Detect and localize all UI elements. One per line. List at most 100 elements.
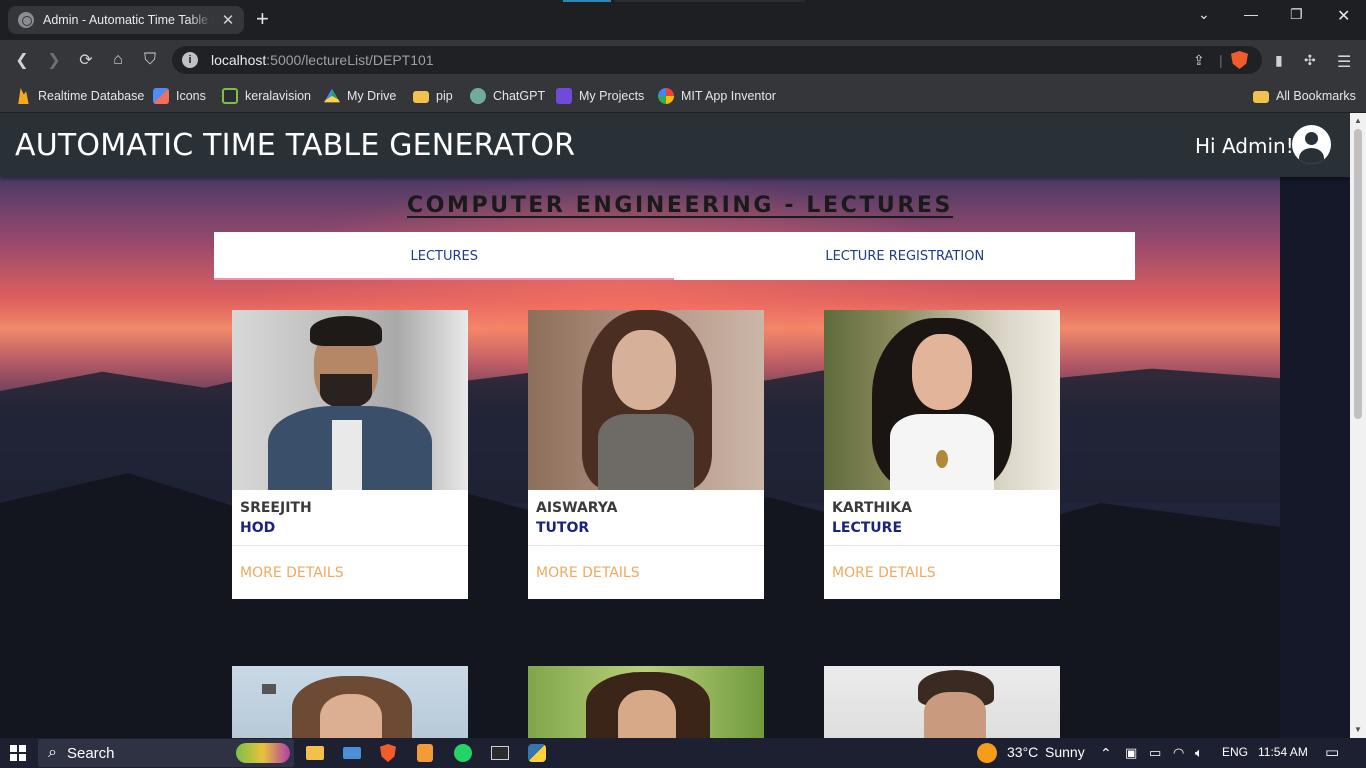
page-title: COMPUTER ENGINEERING - LECTURES	[406, 193, 954, 218]
avatar-head	[1305, 132, 1318, 145]
lecturer-name: SREEJITH	[240, 500, 312, 516]
photo-logo-mark	[262, 684, 276, 694]
bookmark-label: pip	[436, 89, 453, 103]
portrait-face	[320, 694, 382, 738]
account-avatar-icon[interactable]	[1292, 125, 1331, 164]
browser-tab[interactable]: Admin - Automatic Time Table G ✕	[8, 6, 244, 34]
reload-icon[interactable]: ⟳	[74, 48, 98, 72]
lecturer-photo	[824, 310, 1060, 490]
globe-icon	[18, 12, 34, 28]
lecturer-card-partial	[528, 666, 764, 738]
weather-condition[interactable]: Sunny	[1045, 744, 1085, 760]
weather-sun-icon[interactable]	[977, 738, 997, 768]
more-details-link[interactable]: MORE DETAILS	[232, 546, 468, 599]
scroll-down-arrow-icon[interactable]: ▼	[1350, 725, 1366, 734]
tab-strip-accent	[563, 0, 611, 2]
scroll-up-arrow-icon[interactable]: ▲	[1350, 116, 1366, 125]
restore-window-icon[interactable]: ❐	[1290, 6, 1303, 23]
tab-search-icon[interactable]: ⌄	[1198, 6, 1210, 23]
taskbar-clock[interactable]: 11:54 AM	[1258, 745, 1308, 759]
all-bookmarks-button[interactable]: All Bookmarks	[1253, 87, 1356, 105]
bookmark-label: ChatGPT	[493, 89, 546, 103]
app-header: AUTOMATIC TIME TABLE GENERATOR Hi Admin!	[0, 113, 1350, 177]
address-url[interactable]: localhost:5000/lectureList/DEPT101	[211, 52, 434, 68]
bookmark-realtime-database[interactable]: Realtime Database	[15, 87, 144, 105]
lecturer-role: TUTOR	[536, 520, 590, 536]
lecture-tabs: LECTURES LECTURE REGISTRATION	[214, 232, 1135, 280]
bookmark-label: My Drive	[347, 89, 397, 103]
brave-browser-icon[interactable]	[380, 738, 396, 768]
lecturer-photo	[528, 310, 764, 490]
terminal-icon[interactable]	[491, 738, 509, 768]
portrait-face	[924, 692, 986, 738]
url-host: localhost	[211, 52, 267, 68]
whatsapp-icon[interactable]	[454, 738, 472, 768]
bookmark-chatgpt[interactable]: ChatGPT	[470, 87, 545, 105]
bookmark-my-projects[interactable]: My Projects	[556, 87, 644, 105]
bookmark-keralavision[interactable]: keralavision	[222, 87, 311, 105]
portrait-pendant	[936, 450, 948, 468]
tab-strip-drag-area[interactable]	[615, 0, 805, 2]
tab-lecture-registration[interactable]: LECTURE REGISTRATION	[675, 232, 1136, 280]
bookmark-mit-app-inventor[interactable]: MIT App Inventor	[658, 87, 776, 105]
notifications-icon[interactable]: ▭	[1325, 743, 1339, 761]
close-window-icon[interactable]: ✕	[1337, 6, 1350, 26]
chatgpt-icon	[470, 88, 486, 104]
browser-menu-icon[interactable]: ☰	[1337, 52, 1351, 72]
share-icon[interactable]: ⇪	[1193, 52, 1205, 69]
lecturer-photo	[232, 310, 468, 490]
icons-app-icon	[153, 88, 169, 104]
bookmark-label: My Projects	[579, 89, 645, 103]
background-right-edge	[1280, 177, 1350, 738]
active-tab-indicator	[214, 278, 674, 280]
volume-icon[interactable]: 🔈︎	[1195, 745, 1203, 761]
bookmark-label: Realtime Database	[38, 89, 145, 103]
url-path: :5000/lectureList/DEPT101	[266, 52, 434, 68]
bookmark-pip[interactable]: pip	[413, 87, 453, 105]
tray-app-icon[interactable]: ▣	[1125, 745, 1137, 761]
sublime-text-icon[interactable]	[417, 738, 433, 768]
wallet-icon[interactable]: ▮	[1275, 52, 1283, 69]
tab-lectures[interactable]: LECTURES	[214, 232, 675, 280]
minimize-window-icon[interactable]: —	[1244, 6, 1258, 22]
home-icon[interactable]: ⌂	[106, 48, 130, 72]
python-app-icon[interactable]	[528, 738, 546, 768]
search-highlight-icon	[236, 743, 290, 763]
search-icon: ⌕	[48, 744, 57, 761]
lecturer-card: AISWARYA TUTOR MORE DETAILS	[528, 310, 764, 599]
site-info-icon[interactable]: i	[182, 52, 198, 68]
show-hidden-icons-icon[interactable]: ⌃	[1100, 745, 1112, 762]
battery-icon[interactable]: ▭	[1149, 745, 1161, 761]
admin-greeting: Hi Admin!	[1195, 134, 1294, 158]
lecturer-card-partial	[232, 666, 468, 738]
portrait-face	[912, 334, 972, 410]
bookmark-icons[interactable]: Icons	[153, 87, 206, 105]
address-bar[interactable]: i localhost:5000/lectureList/DEPT101	[172, 46, 1262, 74]
weather-temperature[interactable]: 33°C	[1007, 744, 1038, 760]
firebase-icon	[18, 88, 29, 104]
close-tab-icon[interactable]: ✕	[220, 11, 236, 29]
file-explorer-icon[interactable]	[306, 738, 324, 768]
taskbar-search[interactable]: ⌕ Search	[38, 739, 294, 767]
forward-arrow-icon[interactable]: ❯	[42, 48, 66, 72]
bookmark-page-icon[interactable]: ⛉	[138, 48, 162, 72]
page-scrollbar[interactable]: ▲ ▼	[1350, 113, 1366, 738]
more-details-link[interactable]: MORE DETAILS	[824, 546, 1060, 599]
language-indicator[interactable]: ENG	[1222, 745, 1248, 759]
folder-icon	[413, 91, 429, 103]
lecturer-card-partial	[824, 666, 1060, 738]
lecturer-name: KARTHIKA	[832, 500, 912, 516]
portrait-beard	[320, 374, 372, 408]
keyboard-app-icon[interactable]	[343, 738, 361, 768]
more-details-link[interactable]: MORE DETAILS	[528, 546, 764, 599]
lecturer-role: HOD	[240, 520, 276, 536]
wifi-icon[interactable]: ◠	[1173, 745, 1184, 761]
windows-start-icon[interactable]	[10, 738, 26, 768]
scrollbar-thumb[interactable]	[1354, 129, 1362, 419]
new-tab-button[interactable]: +	[256, 8, 269, 30]
bookmark-my-drive[interactable]: My Drive	[324, 87, 396, 105]
page-viewport: AUTOMATIC TIME TABLE GENERATOR Hi Admin!…	[0, 113, 1350, 738]
extensions-icon[interactable]: ✣	[1304, 52, 1316, 69]
lecturer-role: LECTURE	[832, 520, 903, 536]
back-arrow-icon[interactable]: ❮	[10, 48, 34, 72]
